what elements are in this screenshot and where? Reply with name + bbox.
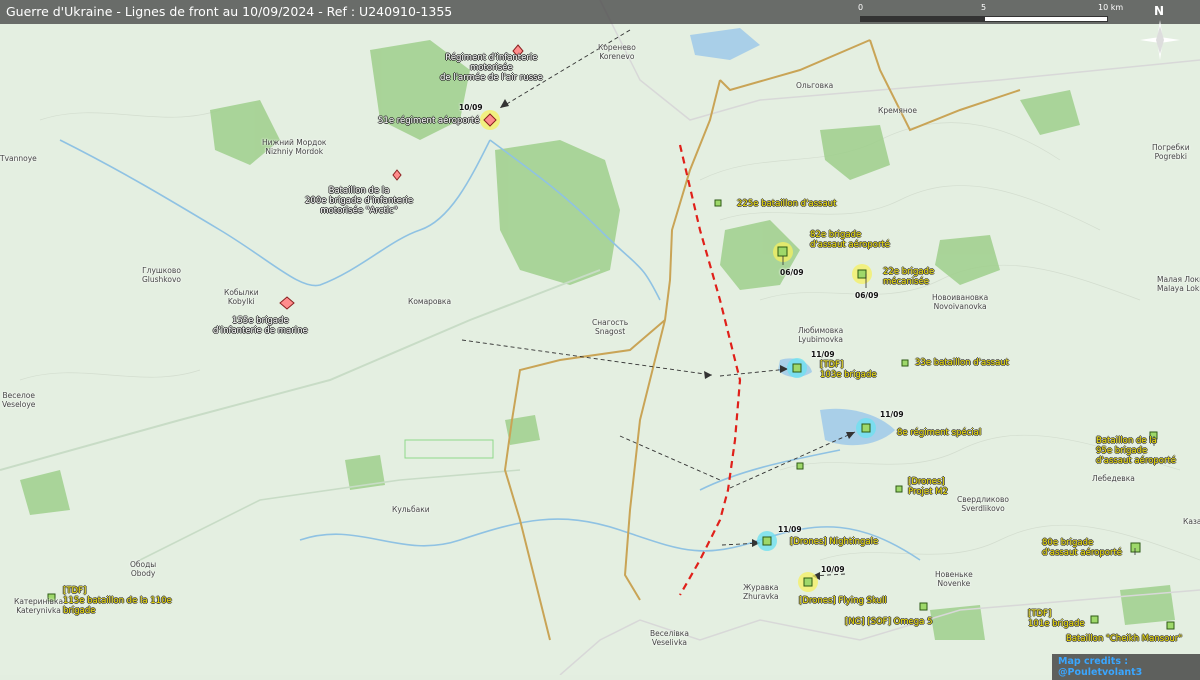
ua-unit-brig80-label[interactable]: 80e brigade d'assaut aéroporté xyxy=(1042,538,1122,558)
place-komarovka: Комаровка xyxy=(408,297,452,306)
place-ivanovoe: Tvannoye xyxy=(0,154,37,163)
ua-unit-omega5-label[interactable]: [NG] [SOF] Omega 5 xyxy=(845,617,933,627)
scale-tick-10: 10 km xyxy=(1098,3,1124,12)
ua-unit-brig95-label[interactable]: Bataillon de la 95e brigade d'assaut aérop… xyxy=(1096,436,1176,466)
ru-unit-arctic-label[interactable]: Bataillon de la 200e brigade d'infanterie… xyxy=(305,186,413,216)
ua-unit-assault225-label[interactable]: 225e bataillon d'assaut xyxy=(737,199,836,209)
ua-unit-nightingale-label[interactable]: [Drones] Nightingale xyxy=(790,537,878,547)
compass-rose-icon: N xyxy=(1138,4,1186,64)
ua-unit-brig82-label[interactable]: 82e brigade d'assaut aéroporté xyxy=(810,230,890,250)
ru-unit-airborne51-label[interactable]: 51e régiment aéroporté xyxy=(378,116,480,126)
ua-unit-assault33-marker xyxy=(901,359,909,367)
place-olgovka: Ольговка xyxy=(796,81,834,90)
map-title: Guerre d'Ukraine - Lignes de front au 10… xyxy=(6,4,453,19)
ua-unit-tdf103-marker xyxy=(792,363,802,373)
place-novoivanovka: Новоивановка Novoivanovka xyxy=(932,293,989,311)
ua-unit-cheikh-label[interactable]: Bataillon "Cheikh Mansour" xyxy=(1066,634,1182,644)
map-canvas[interactable] xyxy=(0,0,1200,675)
place-korenevo: Коренево Korenevo xyxy=(598,43,636,61)
ua-unit-special8-label[interactable]: 8e régiment spécial xyxy=(897,428,981,438)
ua-unit-brig22-label[interactable]: 22e brigade mécanisée xyxy=(883,267,934,287)
ua-unit-assault225-marker xyxy=(714,199,722,207)
ua-unit-nightingale-marker xyxy=(762,536,772,546)
date-brig22: 06/09 xyxy=(855,291,879,300)
place-kulbaki: Кульбаки xyxy=(392,505,430,514)
ua-unit-tdf115-label[interactable]: [TDF] 115e bataillon de la 110e brigade xyxy=(63,586,172,616)
ua-unit-drones-m2-marker xyxy=(895,485,903,493)
date-nightingale: 11/09 xyxy=(778,525,802,534)
ru-unit-marine155-label[interactable]: 155e brigade d'infanterie de marine xyxy=(213,316,308,336)
ru-unit-motor-rifle-label[interactable]: Régiment d'infanterie motorisée de l'armée… xyxy=(440,53,543,83)
place-kremyanoe: Кремяное xyxy=(878,106,917,115)
ua-unit-brig80-marker xyxy=(1130,542,1141,553)
place-sverdlikovo: Свердликово Sverdlikovo xyxy=(957,495,1010,513)
place-obody: Ободы Obody xyxy=(130,560,157,578)
place-katerynivka: Катеринівка Katerynivka xyxy=(14,597,64,615)
scale-bar-fill xyxy=(860,16,985,22)
date-brig82: 06/09 xyxy=(780,268,804,277)
ua-unit-tdf101-marker xyxy=(1090,615,1099,624)
scale-tick-5: 5 xyxy=(981,3,987,12)
place-kaza: Каза xyxy=(1183,517,1200,526)
ua-unit-flying-skull-label[interactable]: [Drones] Flying Skull xyxy=(799,596,887,606)
place-veseloe: Веселое Veseloye xyxy=(2,391,36,409)
ua-unit-tdf103-label[interactable]: [TDF] 103e brigade xyxy=(820,360,877,380)
scale-tick-0: 0 xyxy=(858,3,864,12)
place-lyubimovka: Любимовка Lyubimovka xyxy=(798,326,844,344)
ua-unit-omega5-marker xyxy=(919,602,928,611)
place-malaya-lokn: Малая Локн Malaya Lokn xyxy=(1157,275,1200,293)
place-pogrebki: Погребки Pogrebki xyxy=(1152,143,1190,161)
ua-unit-assault33-label[interactable]: 33e bataillon d'assaut xyxy=(915,358,1009,368)
ua-unit-flying-skull-marker xyxy=(803,577,813,587)
place-snagost: Снагость Snagost xyxy=(592,318,629,336)
ua-unit-unknown-marker xyxy=(796,462,804,470)
ua-unit-tdf101-label[interactable]: [TDF] 101e brigade xyxy=(1028,609,1085,629)
place-glushkovo: Глушково Glushkovo xyxy=(142,266,182,284)
place-lebedevka: Лебедевка xyxy=(1092,474,1135,483)
place-novenke: Новенькe Novenke xyxy=(935,570,973,588)
ua-unit-brig22-marker xyxy=(857,269,867,279)
date-flying-skull: 10/09 xyxy=(821,565,845,574)
scale-bar: 0 5 10 km xyxy=(858,3,1128,23)
place-zhuravka: Журавка Zhuravka xyxy=(743,583,779,601)
map-credits: Map credits : @Pouletvolant3 xyxy=(1052,654,1200,680)
place-kobylki: Кобылки Kobylki xyxy=(224,288,259,306)
date-airborne51: 10/09 xyxy=(459,103,483,112)
ua-unit-brig82-marker xyxy=(777,246,788,257)
date-special8: 11/09 xyxy=(880,410,904,419)
ua-unit-drones-m2-label[interactable]: [Drones] Projet M2 xyxy=(908,477,948,497)
ua-unit-cheikh-marker xyxy=(1166,621,1175,630)
date-tdf103: 11/09 xyxy=(811,350,835,359)
place-nizhny-mordok: Нижний Мордок Nizhniy Mordok xyxy=(262,138,327,156)
ua-unit-special8-marker xyxy=(861,423,871,433)
place-veselivka: Веселівка Veselivka xyxy=(650,629,689,647)
